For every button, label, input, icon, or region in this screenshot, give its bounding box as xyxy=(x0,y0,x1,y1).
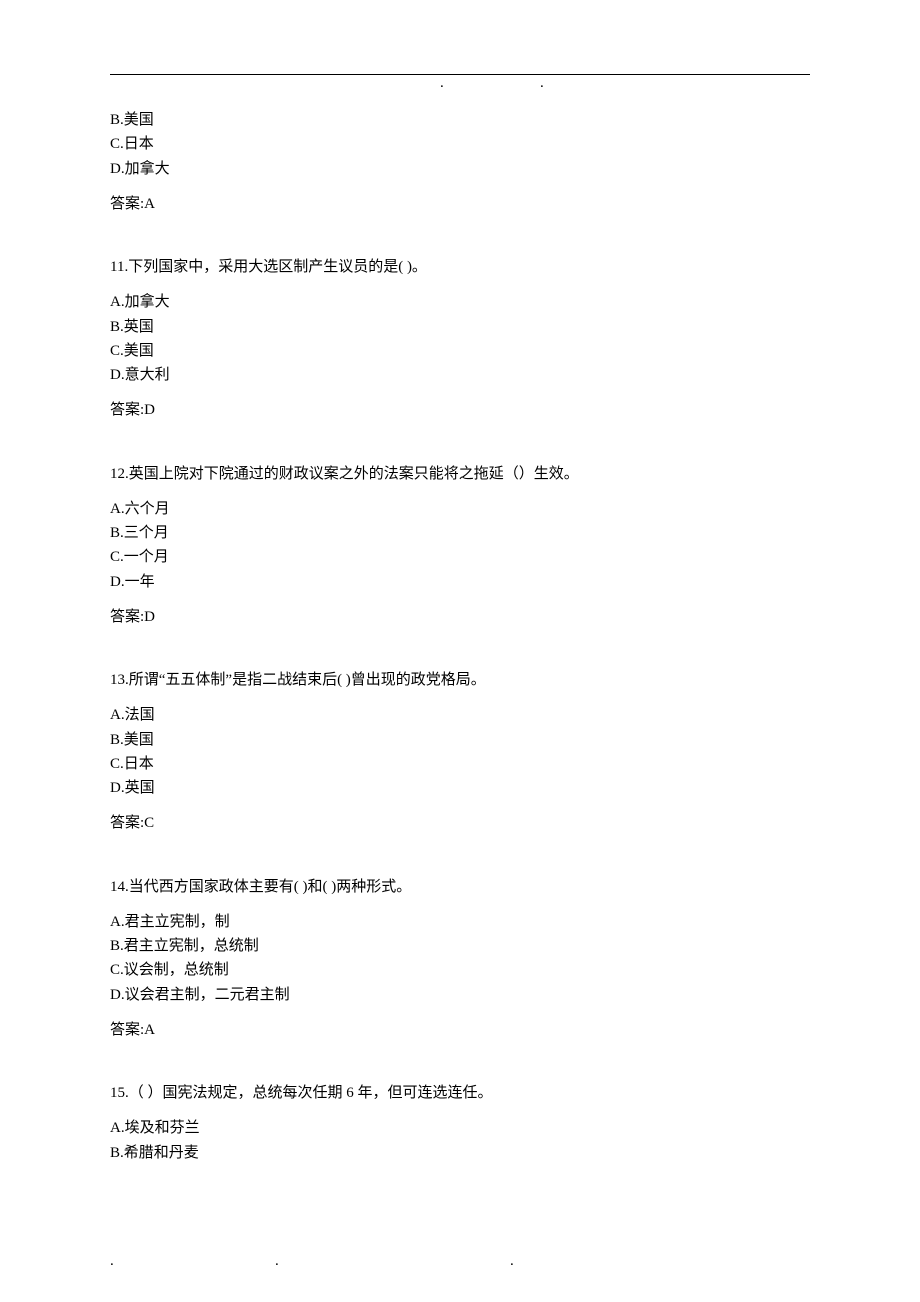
option-a: A.法国 xyxy=(110,704,810,727)
footer-dot-1: . xyxy=(110,1250,114,1273)
q12-stem: 12.英国上院对下院通过的财政议案之外的法案只能将之拖延（）生效。 xyxy=(110,463,810,486)
header-dot-left: . xyxy=(440,72,444,95)
q13-stem: 13.所谓“五五体制”是指二战结束后( )曾出现的政党格局。 xyxy=(110,669,810,692)
header-dot-right: . xyxy=(540,72,544,95)
option-c: C.日本 xyxy=(110,753,810,776)
q14-answer: 答案:A xyxy=(110,1019,810,1042)
option-d: D.加拿大 xyxy=(110,158,810,181)
q14-options: A.君主立宪制，制 B.君主立宪制，总统制 C.议会制，总统制 D.议会君主制，… xyxy=(110,911,810,1007)
option-b: B.美国 xyxy=(110,109,810,132)
option-d: D.意大利 xyxy=(110,364,810,387)
q15-options: A.埃及和芬兰 B.希腊和丹麦 xyxy=(110,1117,810,1165)
option-c: C.一个月 xyxy=(110,546,810,569)
option-c: C.日本 xyxy=(110,133,810,156)
option-a: A.埃及和芬兰 xyxy=(110,1117,810,1140)
option-d: D.一年 xyxy=(110,571,810,594)
footer-dot-3: . xyxy=(510,1250,514,1273)
q14-stem: 14.当代西方国家政体主要有( )和( )两种形式。 xyxy=(110,876,810,899)
option-b: B.美国 xyxy=(110,729,810,752)
option-b: B.英国 xyxy=(110,316,810,339)
q13-answer: 答案:C xyxy=(110,812,810,835)
option-a: A.加拿大 xyxy=(110,291,810,314)
option-b: B.三个月 xyxy=(110,522,810,545)
option-c: C.美国 xyxy=(110,340,810,363)
q10-answer: 答案:A xyxy=(110,193,810,216)
document-page: . . B.美国 C.日本 D.加拿大 答案:A 11.下列国家中，采用大选区制… xyxy=(0,0,920,1302)
q15-stem: 15.（ ）国宪法规定，总统每次任期 6 年，但可连选连任。 xyxy=(110,1082,810,1105)
option-b: B.君主立宪制，总统制 xyxy=(110,935,810,958)
option-a: A.六个月 xyxy=(110,498,810,521)
option-d: D.议会君主制，二元君主制 xyxy=(110,984,810,1007)
option-d: D.英国 xyxy=(110,777,810,800)
option-c: C.议会制，总统制 xyxy=(110,959,810,982)
option-a: A.君主立宪制，制 xyxy=(110,911,810,934)
q13-options: A.法国 B.美国 C.日本 D.英国 xyxy=(110,704,810,800)
q11-stem: 11.下列国家中，采用大选区制产生议员的是( )。 xyxy=(110,256,810,279)
q10-remaining-options: B.美国 C.日本 D.加拿大 xyxy=(110,109,810,181)
footer-dot-2: . xyxy=(275,1250,279,1273)
q12-options: A.六个月 B.三个月 C.一个月 D.一年 xyxy=(110,498,810,594)
q11-answer: 答案:D xyxy=(110,399,810,422)
q11-options: A.加拿大 B.英国 C.美国 D.意大利 xyxy=(110,291,810,387)
q12-answer: 答案:D xyxy=(110,606,810,629)
option-b: B.希腊和丹麦 xyxy=(110,1142,810,1165)
header-rule xyxy=(110,74,810,75)
